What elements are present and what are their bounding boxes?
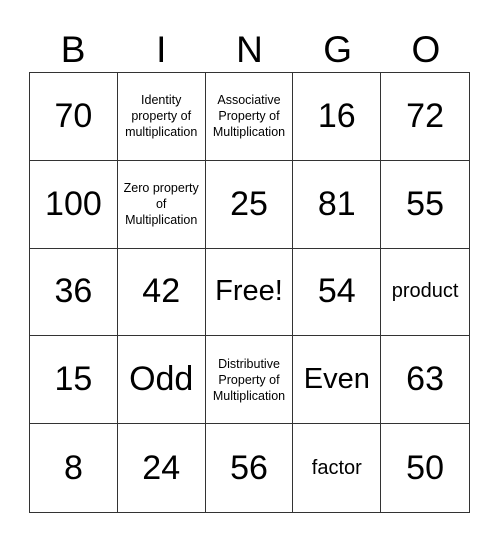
bingo-cell[interactable]: Distributive Property of Multiplication (205, 336, 294, 425)
header-letter-o: O (411, 29, 441, 70)
header-letter-n: N (236, 29, 263, 70)
bingo-cell[interactable]: 8 (30, 424, 118, 512)
header-letter-g: G (323, 29, 353, 70)
bingo-cell[interactable]: Even (293, 336, 382, 425)
bingo-cell[interactable]: 24 (118, 424, 206, 512)
bingo-cell[interactable]: 56 (206, 424, 294, 512)
bingo-cell[interactable]: 16 (293, 73, 382, 161)
header-letter-b: B (60, 29, 86, 70)
bingo-cell[interactable]: Free! (205, 248, 294, 337)
bingo-cell[interactable]: 70 (30, 73, 118, 161)
bingo-cell[interactable]: 36 (30, 248, 118, 337)
bingo-cell[interactable]: Identity property of multiplication (117, 73, 206, 161)
bingo-cell[interactable]: 72 (381, 73, 469, 161)
bingo-cell[interactable]: 15 (30, 336, 118, 425)
bingo-cell[interactable]: factor (293, 424, 382, 512)
bingo-cell[interactable]: Associative Property of Multiplication (205, 73, 294, 161)
bingo-cell[interactable]: 25 (205, 160, 294, 249)
header-letter-i: I (156, 29, 167, 70)
bingo-cell[interactable]: 100 (30, 160, 118, 249)
bingo-cell[interactable]: 54 (293, 248, 382, 337)
bingo-cell[interactable]: Zero property of Multiplication (117, 160, 206, 249)
bingo-cell[interactable]: 81 (293, 160, 382, 249)
bingo-cell[interactable]: 42 (117, 248, 206, 337)
bingo-header: B I N G O (29, 28, 470, 72)
bingo-cell[interactable]: product (381, 249, 469, 337)
bingo-grid: 70 Identity property of multiplication Ass… (29, 72, 470, 513)
bingo-cell[interactable]: 55 (381, 161, 469, 249)
bingo-cell[interactable]: 63 (381, 336, 469, 425)
bingo-cell[interactable]: 50 (381, 424, 469, 512)
bingo-cell[interactable]: Odd (117, 336, 206, 425)
